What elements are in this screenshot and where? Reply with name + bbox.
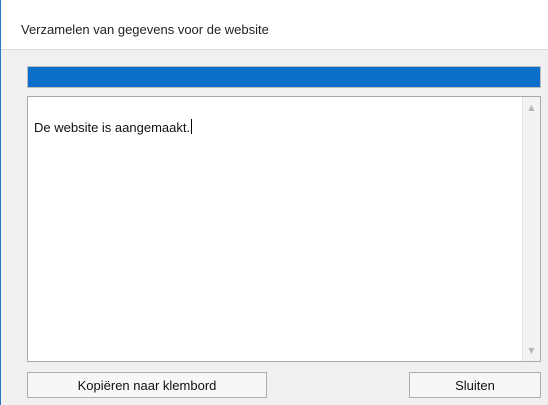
dialog-header: Verzamelen van gegevens voor de website (1, 0, 548, 50)
text-caret (191, 119, 193, 134)
log-message: De website is aangemaakt. (34, 120, 191, 135)
dialog-window: Verzamelen van gegevens voor de website … (0, 0, 548, 405)
progress-bar-fill (28, 67, 540, 87)
close-button[interactable]: Sluiten (409, 372, 541, 398)
dialog-title: Verzamelen van gegevens voor de website (21, 22, 269, 37)
progress-bar (27, 66, 541, 88)
copy-to-clipboard-button[interactable]: Kopiëren naar klembord (27, 372, 267, 398)
scroll-down-arrow-icon[interactable]: ▼ (523, 342, 540, 359)
log-text-line: De website is aangemaakt. (34, 119, 193, 135)
scroll-up-arrow-icon[interactable]: ▲ (523, 99, 540, 116)
log-textbox[interactable]: De website is aangemaakt. ▲ ▼ (27, 96, 541, 362)
vertical-scrollbar[interactable]: ▲ ▼ (522, 97, 540, 361)
